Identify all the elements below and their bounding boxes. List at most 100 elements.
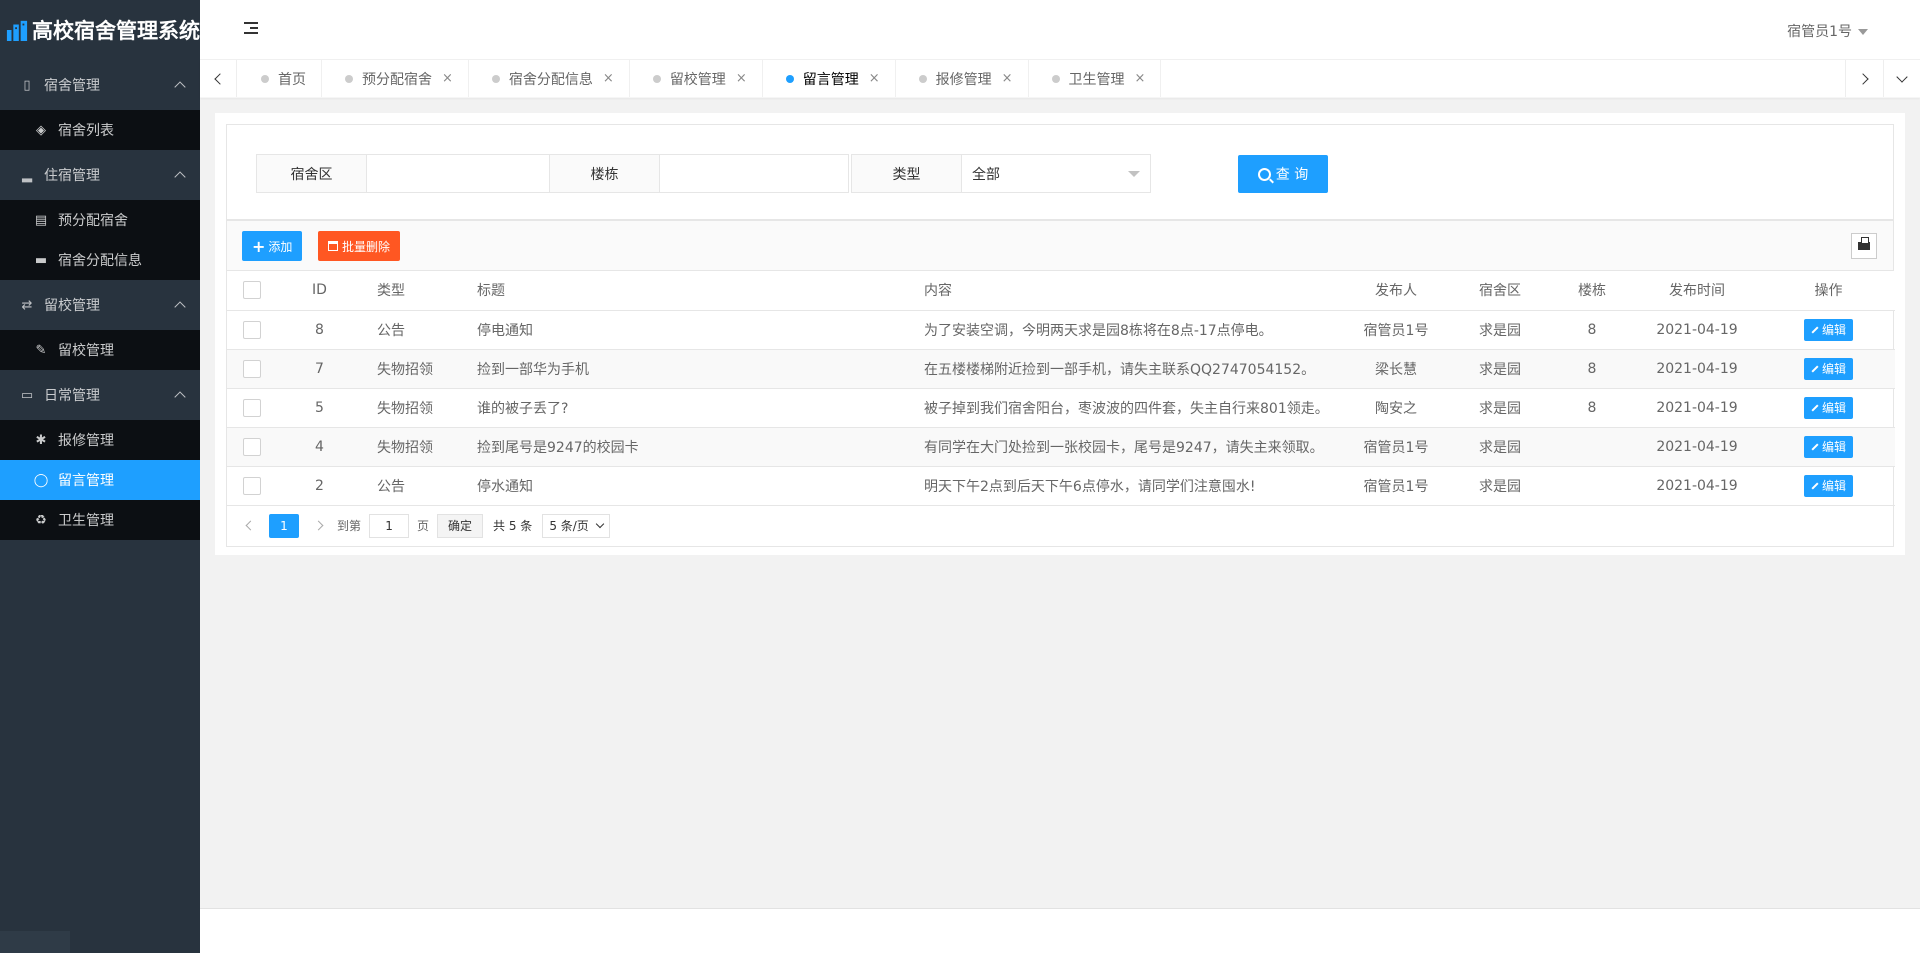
prev-page-button[interactable] [241, 520, 259, 531]
app-logo: 高校宿舍管理系统 [0, 0, 200, 60]
sidebar-item-0-0[interactable]: ◈ 宿舍列表 [0, 110, 200, 150]
edit-button[interactable]: 编辑 [1803, 474, 1853, 497]
pagination: 1 到第 1 页 确定 共 5 条 5 条/页 [227, 506, 1893, 546]
close-icon[interactable]: × [1002, 71, 1013, 86]
type-select[interactable]: 全部 [962, 155, 1150, 192]
table-row[interactable]: 2 公告 停水通知 明天下午2点到后天下午6点停水，请同学们注意囤水! 宿管员1号 求是园… [227, 466, 1895, 506]
chevron-down-icon [595, 519, 605, 529]
table-row[interactable]: 5 失物招领 谁的被子丢了? 被子掉到我们宿舍阳台，枣波波的四件套，失主自行来801领… [227, 388, 1895, 428]
page-size-select[interactable]: 5 条/页 [542, 513, 610, 538]
cell-area: 求是园 [1448, 349, 1552, 389]
tab-dot-icon [918, 74, 927, 83]
menu-toggle-icon[interactable] [244, 22, 258, 36]
gear-icon: ✱ [35, 432, 47, 448]
next-page-button[interactable] [309, 520, 327, 531]
cell-type: 失物招领 [362, 388, 462, 428]
goto-page-input[interactable]: 1 [369, 513, 410, 538]
tab-label: 卫生管理 [1068, 71, 1125, 88]
sidebar-group-children: ✎ 留校管理 [0, 330, 200, 370]
cell-time: 2021-04-19 [1632, 388, 1762, 428]
tab-0[interactable]: 首页 [238, 60, 322, 97]
cell-building: 8 [1552, 310, 1632, 350]
row-select-cell [227, 310, 277, 350]
sidebar-group-2[interactable]: ⇄ 留校管理 [0, 280, 200, 330]
tab-dot-icon [261, 74, 269, 83]
sidebar-item-3-0[interactable]: ✱ 报修管理 [0, 420, 200, 460]
tab-5[interactable]: 报修管理 × [896, 60, 1029, 97]
table-row[interactable]: 8 公告 停电通知 为了安装空调，今明两天求是园8栋将在8点-17点停电。 宿管员1号求… [227, 310, 1895, 350]
tabs-scroll-right-button[interactable] [1845, 60, 1882, 97]
sidebar-item-1-1[interactable]: ▬ 宿舍分配信息 [0, 240, 200, 280]
cell-content: 有同学在大门处捡到一张校园卡，尾号是9247，请失主来领取。 [909, 427, 1344, 467]
tab-4[interactable]: 留言管理 × [763, 60, 896, 97]
sidebar-item-2-0[interactable]: ✎ 留校管理 [0, 330, 200, 370]
cell-actions: 编辑 [1762, 349, 1895, 389]
edit-button[interactable]: 编辑 [1803, 396, 1853, 419]
edit-button[interactable]: 编辑 [1803, 357, 1853, 380]
page-current[interactable]: 1 [269, 513, 299, 538]
add-button[interactable]: + 添加 [242, 231, 303, 261]
sidebar-group-3[interactable]: ▭ 日常管理 [0, 370, 200, 420]
close-icon[interactable]: × [736, 71, 747, 86]
exchange-icon: ⇄ [21, 297, 33, 313]
tabs-scroll-left-button[interactable] [200, 60, 237, 97]
edit-button[interactable]: 编辑 [1803, 318, 1853, 341]
cell-id: 7 [277, 349, 362, 389]
close-icon[interactable]: × [869, 71, 880, 86]
select-all-cell [227, 271, 277, 311]
cell-time: 2021-04-19 [1632, 466, 1762, 506]
sidebar-item-1-0[interactable]: ▤ 预分配宿舍 [0, 200, 200, 240]
message-table: + 添加 批量删除 ID 类型 标题 内容 发布人 宿舍区 楼栋 发布时间 操作… [226, 220, 1895, 547]
area-input[interactable] [377, 155, 555, 192]
table-row[interactable]: 7 失物招领 捡到一部华为手机 在五楼楼梯附近捡到一部手机，请失主联系QQ274705… [227, 349, 1895, 389]
cell-content: 被子掉到我们宿舍阳台，枣波波的四件套，失主自行来801领走。 [909, 388, 1344, 428]
batch-delete-button[interactable]: 批量删除 [318, 231, 401, 261]
select-all-checkbox[interactable] [243, 281, 261, 300]
row-checkbox[interactable] [243, 398, 261, 417]
cell-time: 2021-04-19 [1632, 310, 1762, 350]
sidebar-group-label: 宿舍管理 [44, 78, 100, 94]
edit-label: 编辑 [1821, 362, 1846, 376]
row-checkbox[interactable] [243, 359, 261, 378]
close-icon[interactable]: × [442, 71, 453, 86]
row-checkbox[interactable] [243, 437, 261, 456]
sidebar-item-3-2[interactable]: ♻ 卫生管理 [0, 500, 200, 540]
sidebar-item-3-1[interactable]: ◯ 留言管理 [0, 460, 200, 500]
recycle-icon: ♻ [35, 512, 47, 528]
goto-confirm-button[interactable]: 确定 [437, 513, 484, 538]
cell-building [1552, 427, 1632, 467]
edit-label: 编辑 [1821, 323, 1846, 337]
cell-publisher: 陶安之 [1344, 388, 1448, 428]
col-publisher: 发布人 [1344, 271, 1448, 311]
query-button[interactable]: 查 询 [1238, 155, 1328, 193]
edit-button[interactable]: 编辑 [1803, 435, 1853, 458]
cell-actions: 编辑 [1762, 388, 1895, 428]
user-menu[interactable]: 宿管员1号 [1787, 21, 1868, 41]
tabs-menu-button[interactable] [1883, 60, 1920, 97]
close-icon[interactable]: × [1135, 71, 1146, 86]
col-title: 标题 [462, 271, 909, 311]
table-row[interactable]: 4 失物招领 捡到尾号是9247的校园卡 有同学在大门处捡到一张校园卡，尾号是9247… [227, 427, 1895, 467]
sidebar-group-1[interactable]: ▂ 住宿管理 [0, 150, 200, 200]
sidebar-nav: ▯ 宿舍管理 ◈ 宿舍列表 ▂ 住宿管理 ▤ 预分配宿舍 ▬ 宿舍分配信息 ⇄ 留校管理 ✎ 留校管理 ▭ 日… [0, 60, 200, 540]
tabs-list: 首页 预分配宿舍 × 宿舍分配信息 × 留校管理 × 留言管理 × 报修管理 × 卫生管理 × [238, 60, 1162, 97]
sidebar-group-0[interactable]: ▯ 宿舍管理 [0, 60, 200, 110]
edit-label: 编辑 [1821, 401, 1846, 415]
tab-6[interactable]: 卫生管理 × [1029, 60, 1162, 97]
sidebar-group-label: 住宿管理 [44, 168, 100, 184]
tab-1[interactable]: 预分配宿舍 × [322, 60, 469, 97]
tab-label: 留校管理 [669, 71, 726, 88]
print-button[interactable] [1851, 233, 1877, 259]
batch-delete-label: 批量删除 [342, 239, 391, 254]
row-checkbox[interactable] [243, 476, 261, 495]
building-input[interactable] [670, 155, 848, 192]
sidebar-item-label: 留言管理 [58, 473, 114, 489]
sidebar-item-label: 报修管理 [58, 433, 114, 449]
sidebar-group-children: ◈ 宿舍列表 [0, 110, 200, 150]
close-icon[interactable]: × [603, 71, 614, 86]
cell-title: 停电通知 [462, 310, 909, 350]
row-checkbox[interactable] [243, 320, 261, 339]
cell-type: 公告 [362, 310, 462, 350]
tab-2[interactable]: 宿舍分配信息 × [469, 60, 630, 97]
tab-3[interactable]: 留校管理 × [630, 60, 763, 97]
